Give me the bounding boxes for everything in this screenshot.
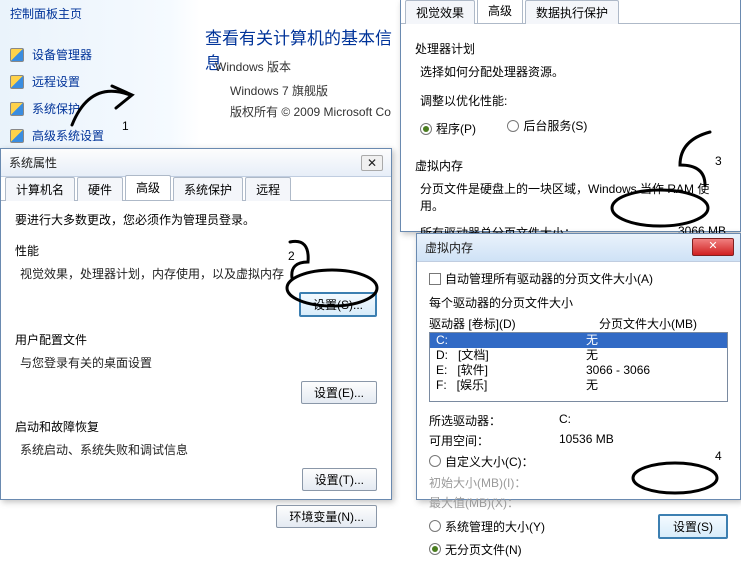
max-size-label: 最大值(MB)(X)：: [429, 494, 559, 511]
shield-icon: [10, 129, 24, 143]
admin-note: 要进行大多数更改，您必须作为管理员登录。: [15, 211, 377, 228]
set-button[interactable]: 设置(S): [658, 514, 728, 539]
dialog-title: 系统属性 ✕: [1, 149, 391, 177]
link-system-protection[interactable]: 系统保护: [10, 100, 104, 117]
control-panel-home: 控制面板主页: [10, 5, 82, 22]
drive-listbox[interactable]: C:无 D: [文档]无 E: [软件]3066 - 3066 F: [娱乐]无: [429, 332, 728, 402]
each-drive-label: 每个驱动器的分页文件大小: [429, 294, 728, 311]
auto-manage-checkbox[interactable]: 自动管理所有驱动器的分页文件大小(A): [429, 270, 653, 287]
startup-desc: 系统启动、系统失败和调试信息: [20, 441, 377, 458]
windows-version-label: Windows 版本: [215, 58, 291, 75]
tab-dep[interactable]: 数据执行保护: [525, 0, 619, 24]
drive-row: C:无: [430, 333, 727, 348]
drive-row: F: [娱乐]无: [430, 378, 727, 393]
radio-custom-size[interactable]: 自定义大小(C)：: [429, 453, 728, 470]
shield-icon: [10, 75, 24, 89]
profiles-title: 用户配置文件: [15, 331, 377, 348]
startup-settings-button[interactable]: 设置(T)...: [302, 468, 377, 491]
initial-size-label: 初始大小(MB)(I)：: [429, 474, 559, 491]
scheduler-desc: 选择如何分配处理器资源。: [420, 63, 726, 80]
profiles-desc: 与您登录有关的桌面设置: [20, 354, 377, 371]
avail-space: 10536 MB: [559, 432, 614, 449]
scheduler-title: 处理器计划: [415, 40, 726, 57]
drive-col-header: 驱动器 [卷标](D): [429, 315, 599, 332]
vm-title: 虚拟内存: [415, 157, 726, 174]
radio-system-managed[interactable]: 系统管理的大小(Y): [429, 518, 545, 535]
link-advanced-system[interactable]: 高级系统设置: [10, 127, 104, 144]
dialog-title: 虚拟内存: [425, 239, 473, 256]
tab-system-protection[interactable]: 系统保护: [173, 177, 243, 201]
radio-background-services[interactable]: 后台服务(S): [507, 117, 587, 134]
adjust-label: 调整以优化性能:: [420, 92, 726, 109]
tab-remote[interactable]: 远程: [245, 177, 291, 201]
link-remote-settings[interactable]: 远程设置: [10, 73, 104, 90]
vm-desc: 分页文件是硬盘上的一块区域，Windows 当作 RAM 使用。: [420, 180, 726, 214]
drive-row: D: [文档]无: [430, 348, 727, 363]
system-properties-dialog: 系统属性 ✕ 计算机名 硬件 高级 系统保护 远程 要进行大多数更改，您必须作为…: [0, 148, 392, 500]
tab-advanced[interactable]: 高级: [125, 175, 171, 200]
shield-icon: [10, 102, 24, 116]
shield-icon: [10, 48, 24, 62]
startup-title: 启动和故障恢复: [15, 418, 377, 435]
env-vars-button[interactable]: 环境变量(N)...: [276, 505, 377, 528]
radio-no-pagefile[interactable]: 无分页文件(N): [429, 541, 700, 558]
performance-options-dialog: 视觉效果 高级 数据执行保护 处理器计划 选择如何分配处理器资源。 调整以优化性…: [400, 0, 741, 232]
tabstrip: 视觉效果 高级 数据执行保护: [401, 0, 740, 24]
perf-title: 性能: [15, 242, 377, 259]
selected-drive-label: 所选驱动器：: [429, 412, 559, 429]
drive-row: E: [软件]3066 - 3066: [430, 363, 727, 378]
tab-computer-name[interactable]: 计算机名: [5, 177, 75, 201]
windows-version: Windows 7 旗舰版: [230, 82, 328, 99]
tab-hardware[interactable]: 硬件: [77, 177, 123, 201]
radio-programs[interactable]: 程序(P): [420, 120, 476, 137]
avail-space-label: 可用空间：: [429, 432, 559, 449]
tab-visual-effects[interactable]: 视觉效果: [405, 0, 475, 24]
virtual-memory-dialog: 虚拟内存 ✕ 自动管理所有驱动器的分页文件大小(A) 每个驱动器的分页文件大小 …: [416, 233, 741, 500]
tab-advanced[interactable]: 高级: [477, 0, 523, 23]
tabstrip: 计算机名 硬件 高级 系统保护 远程: [1, 177, 391, 201]
link-device-manager[interactable]: 设备管理器: [10, 46, 104, 63]
close-icon[interactable]: ✕: [692, 238, 734, 256]
selected-drive: C:: [559, 412, 571, 429]
control-panel-links: 设备管理器 远程设置 系统保护 高级系统设置: [10, 46, 104, 154]
perf-settings-button[interactable]: 设置(S)...: [299, 292, 377, 317]
profiles-settings-button[interactable]: 设置(E)...: [301, 381, 377, 404]
close-icon[interactable]: ✕: [361, 155, 383, 171]
perf-desc: 视觉效果，处理器计划，内存使用，以及虚拟内存: [20, 265, 377, 282]
size-col-header: 分页文件大小(MB): [599, 315, 697, 332]
copyright: 版权所有 © 2009 Microsoft Co: [230, 103, 391, 120]
